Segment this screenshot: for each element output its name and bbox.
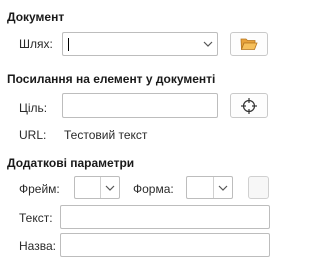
name-label: Назва: (19, 239, 56, 253)
browse-file-button[interactable] (230, 32, 268, 56)
text-input[interactable] (60, 205, 270, 229)
frame-label: Фрейм: (19, 182, 60, 196)
path-label: Шлях: (19, 37, 53, 51)
text-cursor (68, 38, 69, 51)
form-events-button[interactable] (248, 176, 269, 199)
url-label: URL: (19, 128, 47, 142)
path-dropdown-button[interactable] (199, 33, 217, 55)
target-section-title: Посилання на елемент у документі (7, 72, 216, 86)
folder-open-icon (240, 38, 258, 50)
crosshair-icon (241, 97, 257, 114)
chevron-down-icon (218, 185, 228, 191)
url-value: Тестовий текст (64, 128, 148, 142)
target-input[interactable] (62, 93, 218, 118)
document-section-title: Документ (7, 10, 65, 24)
path-combobox[interactable] (62, 32, 218, 56)
form-combobox[interactable] (186, 176, 233, 199)
frame-combobox[interactable] (74, 176, 120, 199)
form-dropdown-button[interactable] (214, 177, 232, 198)
text-label: Текст: (19, 211, 53, 225)
name-input[interactable] (60, 233, 270, 257)
chevron-down-icon (203, 41, 213, 47)
extra-section-title: Додаткові параметри (7, 156, 135, 170)
target-browse-button[interactable] (230, 93, 268, 118)
chevron-down-icon (105, 185, 115, 191)
form-label: Форма: (133, 182, 174, 196)
frame-dropdown-button[interactable] (101, 177, 119, 198)
target-label: Ціль: (19, 101, 48, 115)
